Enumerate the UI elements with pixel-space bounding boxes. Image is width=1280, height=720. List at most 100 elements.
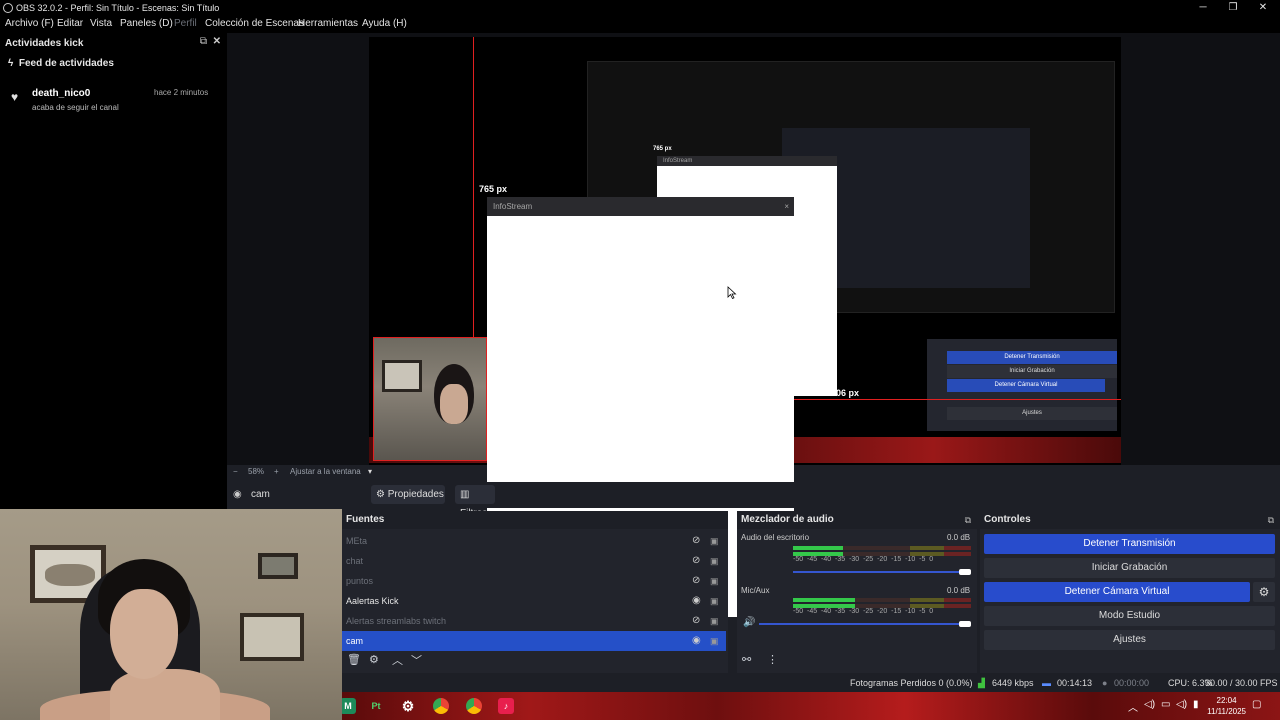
taskbar-clock[interactable]: 22:04 11/11/2025 [1207, 695, 1246, 717]
chevron-up-icon[interactable]: ︿ [392, 652, 403, 668]
tiktok-icon[interactable]: ♪ [498, 698, 514, 714]
visibility-hidden-icon[interactable]: ⊘ [692, 531, 700, 551]
menu-herramientas[interactable]: Herramientas [298, 18, 358, 29]
menu-vista[interactable]: Vista [90, 18, 112, 29]
bolt-icon: ϟ [8, 58, 14, 69]
stream-time: 00:14:13 [1057, 678, 1093, 688]
start-recording-button[interactable]: Iniciar Grabación [984, 558, 1275, 578]
lock-icon[interactable]: ▣ [710, 631, 719, 651]
zoom-out-button[interactable]: − [233, 467, 238, 476]
infostream-titlebar[interactable]: InfoStream × [487, 197, 794, 216]
chevron-down-icon[interactable]: ﹀ [411, 652, 422, 668]
stream-icon: ▬ [1042, 678, 1051, 688]
eye-icon[interactable]: ◉ [692, 631, 701, 651]
app-pt-icon[interactable]: Pt [368, 698, 384, 714]
sound-icon[interactable]: ◁) [1176, 699, 1187, 710]
source-item-alertas-kick[interactable]: Aalertas Kick ◉ ▣ [342, 591, 726, 611]
lock-icon[interactable]: ▣ [710, 531, 719, 551]
visibility-hidden-icon[interactable]: ⊘ [692, 551, 700, 571]
source-item-alertas-twitch[interactable]: Alertas streamlabs twitch ⊘ ▣ [342, 611, 726, 631]
nested-btn-settings: Ajustes [947, 407, 1117, 420]
restore-icon[interactable]: ❐ [1218, 0, 1248, 16]
link-icon[interactable]: ⚯ [742, 653, 751, 666]
channel-1-meter [793, 546, 971, 550]
meter-warn-zone [910, 598, 945, 602]
speaker-icon[interactable]: 🔊 [743, 617, 755, 628]
more-vertical-icon[interactable]: ⋮ [767, 653, 778, 666]
channel-2-db: 0.0 dB [947, 586, 971, 595]
channel-2-meter [793, 598, 971, 602]
channel-1-name: Audio del escritorio [741, 533, 810, 542]
sources-dock: Fuentes MEta ⊘ ▣ chat ⊘ ▣ puntos ⊘ ▣ Aalert… [342, 511, 728, 673]
trash-icon[interactable]: 🗑 [347, 653, 361, 666]
zoom-dropdown-icon[interactable]: ▾ [368, 467, 372, 476]
eye-icon[interactable]: ◉ [692, 591, 701, 611]
source-item-chat[interactable]: chat ⊘ ▣ [342, 551, 726, 571]
meter-fill [793, 546, 843, 550]
person-face [440, 384, 468, 424]
channel-1-volume-slider[interactable] [793, 571, 965, 573]
lock-icon[interactable]: ▣ [710, 611, 719, 631]
volume-icon[interactable]: ◁) [1144, 699, 1155, 710]
visibility-hidden-icon[interactable]: ⊘ [692, 571, 700, 591]
meter-peak-zone [944, 604, 971, 608]
notifications-icon[interactable]: ▢ [1252, 699, 1261, 710]
nested-controls-panel: Detener Transmisión Iniciar Grabación De… [927, 339, 1117, 431]
infostream-back-titlebar: InfoStream [657, 156, 837, 166]
float-icon[interactable]: ⧉ [1268, 511, 1274, 529]
menu-editar[interactable]: Editar [57, 18, 83, 29]
visibility-hidden-icon[interactable]: ⊘ [692, 611, 700, 631]
filters-button[interactable]: ▥ Filtros [455, 485, 495, 519]
menu-archivo[interactable]: Archivo (F) [5, 18, 54, 29]
stop-stream-button[interactable]: Detener Transmisión [984, 534, 1275, 554]
zoom-in-button[interactable]: + [274, 467, 279, 476]
minimize-icon[interactable]: ─ [1188, 0, 1218, 16]
zoom-fit-label[interactable]: Ajustar a la ventana [290, 467, 361, 476]
person-face [110, 589, 178, 679]
taskbar: M Pt ⚙ ♪ ︿ ◁) ▭ ◁) ▮ 22:04 11/11/2025 ▢ [340, 692, 1280, 720]
source-item-meta[interactable]: MEta ⊘ ▣ [342, 531, 726, 551]
channel-2-volume-slider[interactable] [759, 623, 965, 625]
chevron-up-icon[interactable]: ︿ [1128, 699, 1138, 714]
source-item-cam[interactable]: cam ◉ ▣ [342, 631, 726, 651]
audio-mixer-title: Mezclador de audio ⧉ [737, 511, 977, 529]
title-bar: OBS 32.0.2 - Perfil: Sin Título - Escena… [0, 0, 1280, 16]
network-icon[interactable]: ▭ [1161, 699, 1170, 710]
gear-icon[interactable]: ⚙ [369, 653, 379, 666]
wall-painting [382, 360, 422, 392]
feed-title: ϟ Feed de actividades [8, 58, 114, 69]
cam-source-preview[interactable] [373, 337, 487, 461]
menu-perfil[interactable]: Perfil [174, 18, 197, 29]
settings-button[interactable]: Ajustes [984, 630, 1275, 650]
settings-app-icon[interactable]: ⚙ [400, 698, 416, 714]
dock-controls: ⧉ ✕ [200, 36, 221, 47]
lock-icon[interactable]: ▣ [710, 551, 719, 571]
channel-1-volume-knob[interactable] [959, 569, 971, 575]
meter-fill [793, 598, 856, 602]
properties-button[interactable]: ⚙ Propiedades [371, 485, 445, 504]
app-m-icon[interactable]: M [340, 698, 356, 714]
infostream-close-icon[interactable]: × [784, 197, 789, 216]
lock-icon[interactable]: ▣ [710, 591, 719, 611]
mic-icon[interactable]: ▮ [1193, 699, 1199, 710]
feed-time: hace 2 minutos [154, 88, 209, 97]
source-item-puntos[interactable]: puntos ⊘ ▣ [342, 571, 726, 591]
chrome-icon[interactable] [433, 698, 449, 714]
lock-icon[interactable]: ▣ [710, 571, 719, 591]
float-icon[interactable]: ⧉ [965, 511, 971, 529]
menu-ayuda[interactable]: Ayuda (H) [362, 18, 407, 29]
close-dock-icon[interactable]: ✕ [213, 36, 221, 47]
channel-2-volume-knob[interactable] [959, 621, 971, 627]
taskbar-time: 22:04 [1216, 696, 1237, 705]
close-icon[interactable]: ✕ [1248, 0, 1278, 16]
menu-paneles[interactable]: Paneles (D) [120, 18, 173, 29]
studio-mode-button[interactable]: Modo Estudio [984, 606, 1275, 626]
menu-coleccion-escenas[interactable]: Colección de Escenas [205, 18, 304, 29]
audio-mixer-dock: Mezclador de audio ⧉ Audio del escritorio… [737, 511, 977, 673]
float-icon[interactable]: ⧉ [200, 36, 207, 47]
virtual-camera-settings-gear-icon[interactable]: ⚙ [1253, 582, 1275, 602]
person-neck [110, 669, 220, 720]
stop-virtual-camera-button[interactable]: Detener Cámara Virtual [984, 582, 1250, 602]
chrome-profile-icon[interactable] [466, 698, 482, 714]
meter-peak-zone [944, 552, 971, 556]
